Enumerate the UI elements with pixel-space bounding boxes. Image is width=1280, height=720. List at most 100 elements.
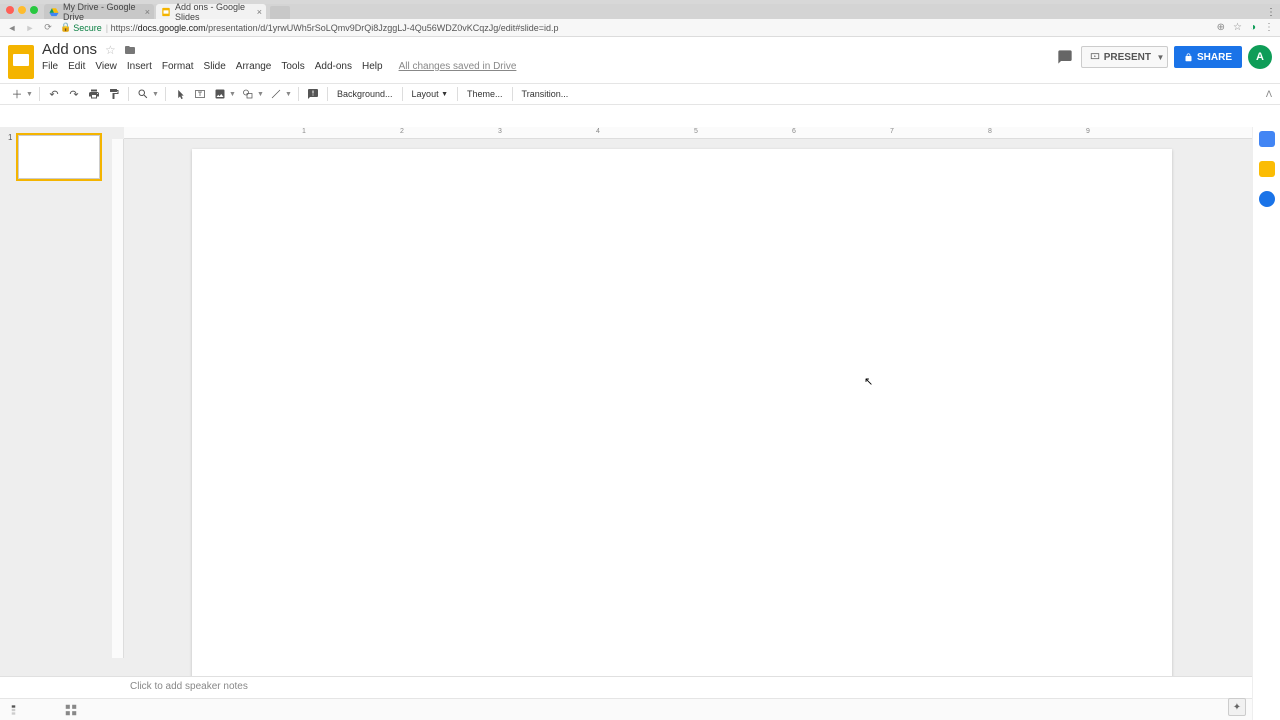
status-bar [0, 698, 1252, 720]
slides-logo-icon[interactable] [8, 45, 34, 79]
tab-close-icon[interactable]: × [145, 7, 150, 17]
move-folder-icon[interactable] [124, 44, 136, 56]
save-status[interactable]: All changes saved in Drive [399, 61, 517, 72]
ruler-tick: 7 [890, 128, 894, 135]
mac-window-controls[interactable] [6, 6, 38, 14]
browser-tab-slides[interactable]: Add ons - Google Slides × [156, 4, 266, 19]
url-field[interactable]: https://docs.google.com/presentation/d/1… [111, 23, 559, 33]
menu-addons[interactable]: Add-ons [315, 61, 352, 72]
browser-tabstrip: My Drive - Google Drive × Add ons - Goog… [0, 4, 1280, 19]
slide-thumbnail-1[interactable] [16, 133, 102, 181]
zoom-dropdown[interactable]: ▼ [152, 91, 160, 98]
browser-reload-icon[interactable]: ⟳ [42, 22, 54, 33]
new-tab-button[interactable] [270, 6, 290, 19]
transition-button[interactable]: Transition... [518, 85, 573, 103]
menu-slide[interactable]: Slide [204, 61, 226, 72]
tasks-addon-icon[interactable] [1259, 191, 1275, 207]
browser-back-icon[interactable]: ◄ [6, 23, 18, 33]
present-button[interactable]: PRESENT [1081, 46, 1160, 68]
collapse-toolbar-icon[interactable]: ᐱ [1266, 89, 1272, 100]
filmstrip-view-icon[interactable] [10, 703, 24, 717]
side-panel [1252, 127, 1280, 720]
mac-close[interactable] [6, 6, 14, 14]
line-dropdown[interactable]: ▼ [285, 91, 293, 98]
vertical-ruler [112, 139, 124, 658]
account-avatar[interactable]: A [1248, 45, 1272, 69]
browser-menu-icon[interactable]: ⋮ [1266, 7, 1276, 18]
tab-close-icon[interactable]: × [257, 7, 262, 17]
ruler-tick: 9 [1086, 128, 1090, 135]
toolbar: ＋ ▼ ↶ ↷ ▼ ▼ ▼ ▼ [0, 83, 1280, 105]
ruler-tick: 4 [596, 128, 600, 135]
explore-button[interactable]: ✦ [1228, 698, 1246, 716]
browser-tab-drive[interactable]: My Drive - Google Drive × [44, 4, 154, 19]
slides-favicon-icon [161, 7, 171, 17]
background-button[interactable]: Background... [333, 85, 397, 103]
menu-file[interactable]: File [42, 61, 58, 72]
zoom-icon[interactable]: ⊕ [1217, 22, 1225, 33]
layout-button[interactable]: Layout ▼ [408, 85, 452, 103]
chrome-menu-icon[interactable]: ⋮ [1264, 22, 1274, 33]
undo-button[interactable]: ↶ [45, 85, 63, 103]
menu-view[interactable]: View [95, 61, 117, 72]
share-label: SHARE [1197, 52, 1232, 63]
new-slide-dropdown[interactable]: ▼ [26, 91, 34, 98]
slide-number: 1 [8, 133, 12, 142]
select-tool[interactable] [171, 85, 189, 103]
avatar-initial: A [1256, 51, 1264, 63]
paint-format-button[interactable] [105, 85, 123, 103]
tab-title: My Drive - Google Drive [63, 2, 149, 22]
print-button[interactable] [85, 85, 103, 103]
redo-button[interactable]: ↷ [65, 85, 83, 103]
lock-icon: 🔒 [60, 22, 71, 33]
present-label: PRESENT [1104, 52, 1151, 63]
lock-icon [1184, 53, 1193, 62]
speaker-notes[interactable]: Click to add speaker notes [0, 676, 1252, 698]
mac-zoom[interactable] [30, 6, 38, 14]
menu-insert[interactable]: Insert [127, 61, 152, 72]
speaker-notes-placeholder: Click to add speaker notes [130, 681, 248, 692]
ruler-tick: 5 [694, 128, 698, 135]
star-icon[interactable]: ☆ [105, 43, 116, 57]
app-header: Add ons ☆ File Edit View Insert Format S… [0, 37, 1280, 79]
menu-format[interactable]: Format [162, 61, 194, 72]
comment-button[interactable] [304, 85, 322, 103]
horizontal-ruler: 1 2 3 4 5 6 7 8 9 [124, 127, 1252, 139]
menu-help[interactable]: Help [362, 61, 383, 72]
present-dropdown[interactable]: ▼ [1154, 46, 1168, 68]
shape-dropdown[interactable]: ▼ [257, 91, 265, 98]
mac-minimize[interactable] [18, 6, 26, 14]
grid-view-icon[interactable] [64, 703, 78, 717]
slide-canvas[interactable] [192, 149, 1172, 697]
canvas-area: 1 2 3 4 5 6 7 8 9 ↖ [112, 127, 1252, 698]
zoom-button[interactable] [134, 85, 152, 103]
browser-forward-icon[interactable]: ► [24, 23, 36, 33]
menu-edit[interactable]: Edit [68, 61, 85, 72]
line-button[interactable] [267, 85, 285, 103]
theme-button[interactable]: Theme... [463, 85, 507, 103]
share-button[interactable]: SHARE [1174, 46, 1242, 68]
browser-address-bar: ◄ ► ⟳ 🔒 Secure | https://docs.google.com… [0, 19, 1280, 37]
calendar-addon-icon[interactable] [1259, 131, 1275, 147]
ruler-tick: 6 [792, 128, 796, 135]
extension-icon[interactable]: ◑ [1250, 22, 1256, 33]
mouse-cursor-icon: ↖ [864, 375, 873, 388]
shape-button[interactable] [239, 85, 257, 103]
tab-title: Add ons - Google Slides [175, 2, 261, 22]
new-slide-button[interactable]: ＋ [8, 85, 26, 103]
image-dropdown[interactable]: ▼ [229, 91, 237, 98]
menu-arrange[interactable]: Arrange [236, 61, 272, 72]
secure-label: Secure [73, 23, 102, 33]
ruler-tick: 1 [302, 128, 306, 135]
slide-filmstrip[interactable]: 1 [0, 127, 112, 698]
menu-tools[interactable]: Tools [281, 61, 304, 72]
ruler-tick: 2 [400, 128, 404, 135]
comments-button[interactable] [1055, 47, 1075, 67]
secure-indicator[interactable]: 🔒 Secure [60, 22, 102, 33]
doc-title[interactable]: Add ons [42, 41, 97, 58]
textbox-button[interactable] [191, 85, 209, 103]
keep-addon-icon[interactable] [1259, 161, 1275, 177]
image-button[interactable] [211, 85, 229, 103]
bookmark-icon[interactable]: ☆ [1233, 22, 1242, 33]
drive-favicon-icon [49, 7, 59, 17]
